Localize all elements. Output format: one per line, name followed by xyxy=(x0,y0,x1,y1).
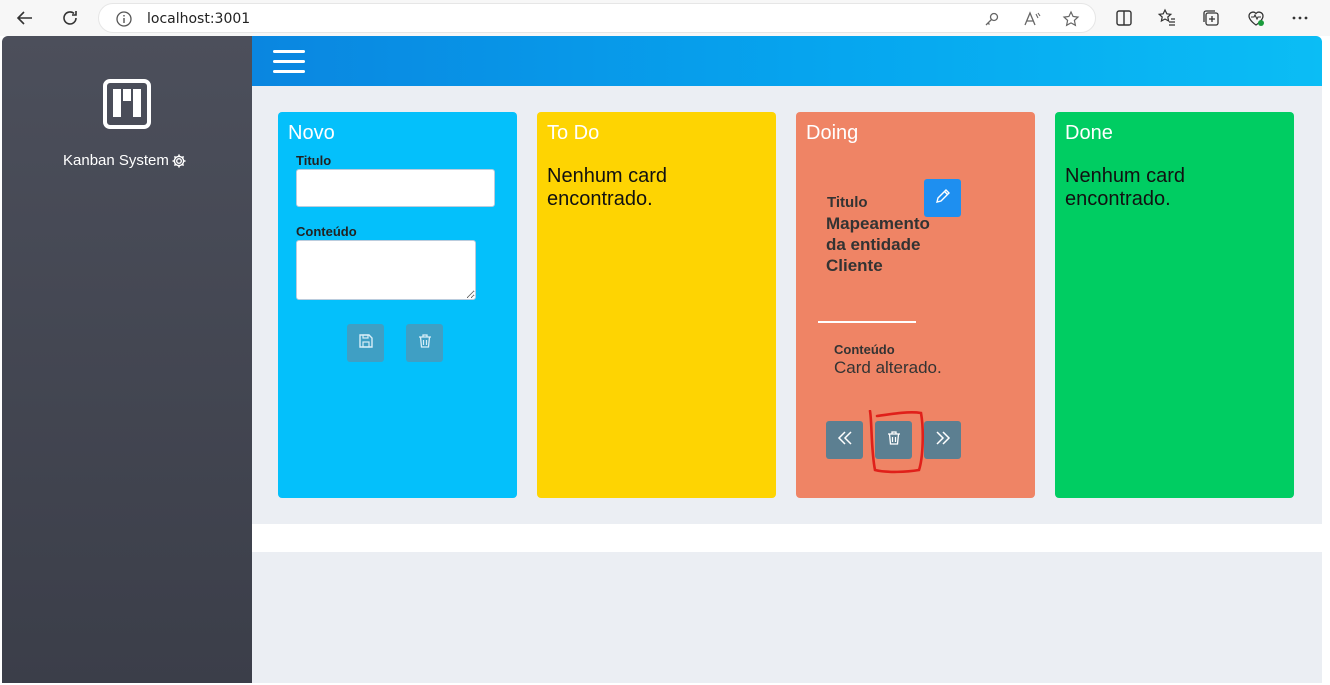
column-title: Done xyxy=(1065,122,1113,144)
save-button[interactable] xyxy=(347,324,384,362)
empty-message: Nenhum card encontrado. xyxy=(547,165,668,210)
favorites-list-icon[interactable] xyxy=(1157,8,1177,28)
browser-toolbar: localhost:3001 xyxy=(0,0,1330,36)
reload-icon[interactable] xyxy=(58,6,82,30)
gear-icon[interactable] xyxy=(171,153,187,169)
footer-strip xyxy=(252,524,1322,552)
split-screen-icon[interactable] xyxy=(1114,8,1134,28)
card-divider xyxy=(818,321,916,323)
read-aloud-icon[interactable] xyxy=(1023,10,1041,28)
more-icon[interactable] xyxy=(1290,8,1310,28)
column-title: Doing xyxy=(806,122,859,144)
top-navbar xyxy=(252,36,1322,86)
edit-button[interactable] xyxy=(924,179,961,217)
kanban-logo-icon xyxy=(103,79,151,129)
red-annotation-circle xyxy=(868,410,925,474)
edit-pencil-icon xyxy=(934,187,952,210)
conteudo-textarea[interactable] xyxy=(296,240,476,300)
column-done: Done Nenhum card encontrado. xyxy=(1055,112,1294,498)
column-todo: To Do Nenhum card encontrado. xyxy=(537,112,776,498)
collections-icon[interactable] xyxy=(1201,8,1221,28)
empty-message: Nenhum card encontrado. xyxy=(1065,165,1186,210)
browser-essentials-icon[interactable] xyxy=(1246,8,1266,28)
card-content: Card alterado. xyxy=(834,358,942,377)
move-left-icon xyxy=(836,429,854,452)
clear-button[interactable] xyxy=(406,324,443,362)
card-title: Mapeamento da entidade Cliente xyxy=(826,214,930,275)
titulo-input[interactable] xyxy=(296,169,495,207)
card-titulo-label: Titulo xyxy=(827,194,868,211)
kanban-app: Kanban System Novo Titulo Conteúdo To Do… xyxy=(2,36,1322,683)
hamburger-menu-icon[interactable] xyxy=(273,50,305,74)
url-text[interactable]: localhost:3001 xyxy=(147,11,250,27)
card-conteudo-label: Conteúdo xyxy=(834,342,895,357)
back-icon[interactable] xyxy=(13,6,37,30)
column-novo: Novo Titulo Conteúdo xyxy=(278,112,517,498)
move-right-button[interactable] xyxy=(924,421,961,459)
brand-name: Kanban System xyxy=(63,152,169,169)
info-icon[interactable] xyxy=(115,10,133,28)
conteudo-label: Conteúdo xyxy=(296,224,357,239)
column-doing: Doing Titulo Mapeamento da entidade Clie… xyxy=(796,112,1035,498)
address-bar[interactable]: localhost:3001 xyxy=(98,3,1096,33)
trash-icon xyxy=(417,333,433,354)
favorite-star-icon[interactable] xyxy=(1062,10,1080,28)
brand[interactable]: Kanban System xyxy=(63,152,187,169)
column-title: To Do xyxy=(547,122,600,144)
sidebar: Kanban System xyxy=(2,36,252,683)
key-icon[interactable] xyxy=(983,10,1001,28)
move-left-button[interactable] xyxy=(826,421,863,459)
save-icon xyxy=(358,333,374,354)
titulo-label: Titulo xyxy=(296,153,332,168)
column-title: Novo xyxy=(288,122,335,144)
move-right-icon xyxy=(934,429,952,452)
